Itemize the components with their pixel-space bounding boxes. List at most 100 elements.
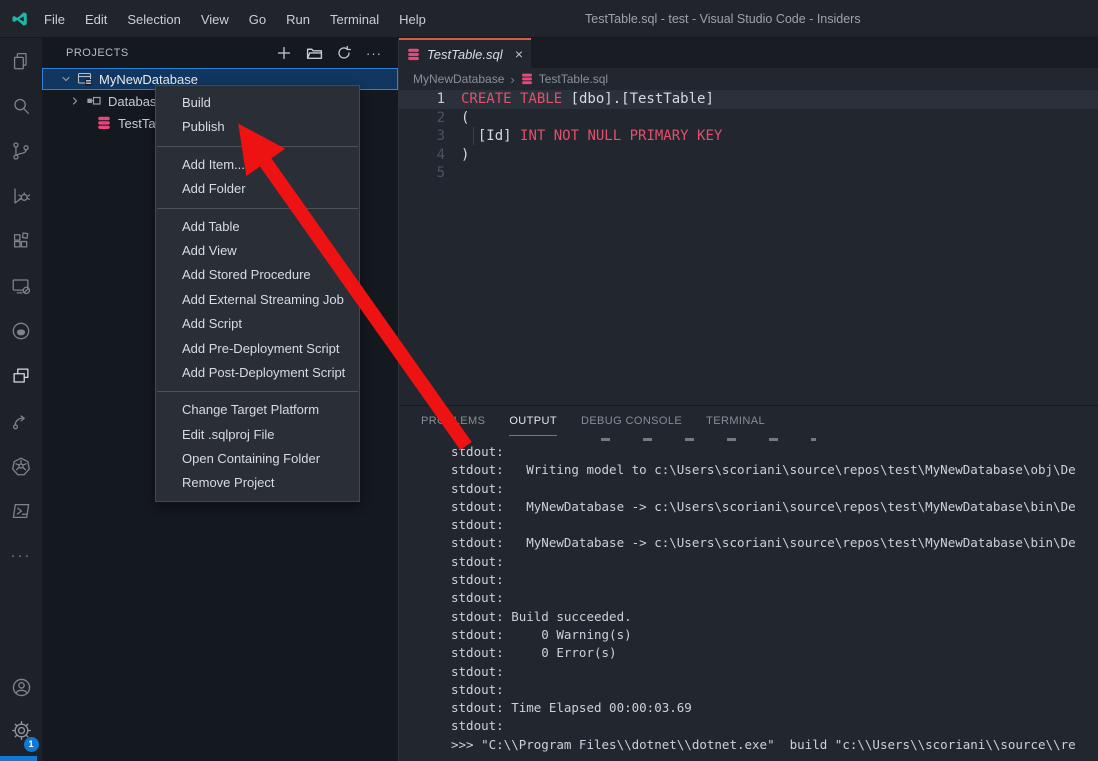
output-line: >>> "C:\\Program Files\\dotnet\\dotnet.e… bbox=[451, 736, 1098, 754]
kubernetes-icon[interactable] bbox=[0, 443, 42, 488]
output-line: stdout: MyNewDatabase -> c:\Users\scoria… bbox=[451, 498, 1098, 516]
bottom-panel: PROBLEMS OUTPUT DEBUG CONSOLE TERMINAL s… bbox=[399, 405, 1098, 761]
open-folder-button[interactable] bbox=[304, 43, 324, 63]
menu-item-add-pre-deployment-script[interactable]: Add Pre-Deployment Script bbox=[156, 337, 359, 361]
menu-terminal[interactable]: Terminal bbox=[320, 12, 389, 27]
editor-group: TestTable.sql × MyNewDatabase › TestTabl… bbox=[398, 38, 1098, 761]
vscode-window: File Edit Selection View Go Run Terminal… bbox=[0, 0, 1098, 761]
menu-item-remove-project[interactable]: Remove Project bbox=[156, 471, 359, 495]
menu-item-add-stored-procedure[interactable]: Add Stored Procedure bbox=[156, 263, 359, 287]
output-line: stdout: Time Elapsed 00:00:03.69 bbox=[451, 699, 1098, 717]
database-projects-icon[interactable] bbox=[0, 353, 42, 398]
breadcrumb-item-project[interactable]: MyNewDatabase bbox=[413, 72, 504, 86]
output-line: stdout: 0 Warning(s) bbox=[451, 626, 1098, 644]
menu-item-add-table[interactable]: Add Table bbox=[156, 215, 359, 239]
chevron-right-icon: › bbox=[510, 72, 514, 87]
breadcrumb-item-file[interactable]: TestTable.sql bbox=[539, 72, 608, 86]
live-share-icon[interactable] bbox=[0, 398, 42, 443]
code-line: 3 [Id] INT NOT NULL PRIMARY KEY bbox=[399, 127, 1098, 146]
output-line: stdout: Build succeeded. bbox=[451, 608, 1098, 626]
output-line: stdout: bbox=[451, 589, 1098, 607]
sidebar-actions: ··· bbox=[274, 42, 384, 64]
tab-testtable-sql[interactable]: TestTable.sql × bbox=[399, 38, 531, 68]
source-control-icon[interactable] bbox=[0, 128, 42, 173]
code-editor[interactable]: 1 CREATE TABLE [dbo].[TestTable] 2 ( 3 [… bbox=[399, 90, 1098, 405]
output-line: stdout: MyNewDatabase -> c:\Users\scoria… bbox=[451, 534, 1098, 552]
menu-go[interactable]: Go bbox=[239, 12, 276, 27]
output-line: stdout: bbox=[451, 516, 1098, 534]
tab-debug-console[interactable]: DEBUG CONSOLE bbox=[581, 406, 682, 436]
explorer-icon[interactable] bbox=[0, 38, 42, 83]
tab-strip: TestTable.sql × bbox=[399, 38, 1098, 68]
code-line: 2 ( bbox=[399, 109, 1098, 128]
output-line: stdout: bbox=[451, 681, 1098, 699]
menu-item-edit-sqlproj-file[interactable]: Edit .sqlproj File bbox=[156, 423, 359, 447]
output-line: stdout: bbox=[451, 663, 1098, 681]
menu-separator bbox=[157, 208, 358, 209]
database-file-icon bbox=[96, 115, 112, 131]
menu-item-add-view[interactable]: Add View bbox=[156, 239, 359, 263]
github-icon[interactable] bbox=[0, 308, 42, 353]
code-line: 5 bbox=[399, 164, 1098, 183]
panel-tabs: PROBLEMS OUTPUT DEBUG CONSOLE TERMINAL bbox=[421, 406, 765, 436]
title-bar: File Edit Selection View Go Run Terminal… bbox=[0, 0, 1098, 38]
menu-file[interactable]: File bbox=[34, 12, 75, 27]
output-line: stdout: bbox=[451, 480, 1098, 498]
menu-help[interactable]: Help bbox=[389, 12, 436, 27]
close-icon[interactable]: × bbox=[515, 47, 523, 61]
account-icon[interactable] bbox=[0, 665, 42, 710]
output-log[interactable]: stdout: stdout: Writing model to c:\User… bbox=[399, 436, 1098, 761]
menu-edit[interactable]: Edit bbox=[75, 12, 117, 27]
more-views-icon[interactable]: ··· bbox=[0, 533, 42, 578]
clipped-line bbox=[451, 436, 1098, 443]
tab-terminal[interactable]: TERMINAL bbox=[706, 406, 765, 436]
tab-output[interactable]: OUTPUT bbox=[509, 406, 557, 436]
output-line: stdout: bbox=[451, 553, 1098, 571]
run-debug-icon[interactable] bbox=[0, 173, 42, 218]
menu-item-add-script[interactable]: Add Script bbox=[156, 312, 359, 336]
code-line: 1 CREATE TABLE [dbo].[TestTable] bbox=[399, 90, 1098, 109]
sidebar-header: PROJECTS ··· bbox=[42, 38, 398, 68]
tab-problems[interactable]: PROBLEMS bbox=[421, 406, 485, 436]
menu-bar: File Edit Selection View Go Run Terminal… bbox=[34, 0, 436, 38]
remote-explorer-icon[interactable] bbox=[0, 263, 42, 308]
activity-bar: ··· 1 bbox=[0, 38, 42, 761]
project-context-menu: Build Publish Add Item... Add Folder Add… bbox=[155, 85, 360, 502]
tab-label: TestTable.sql bbox=[427, 47, 503, 62]
vscode-insiders-logo bbox=[11, 10, 29, 28]
code-line: 4 ) bbox=[399, 146, 1098, 165]
refresh-button[interactable] bbox=[334, 43, 354, 63]
settings-gear-icon[interactable]: 1 bbox=[0, 710, 42, 755]
database-file-icon bbox=[521, 73, 533, 85]
database-reference-icon bbox=[86, 93, 102, 109]
menu-item-publish[interactable]: Publish bbox=[156, 115, 359, 139]
menu-item-add-folder[interactable]: Add Folder bbox=[156, 177, 359, 201]
chevron-down-icon[interactable] bbox=[59, 72, 73, 86]
add-project-button[interactable] bbox=[274, 43, 294, 63]
menu-item-build[interactable]: Build bbox=[156, 91, 359, 115]
database-file-icon bbox=[407, 48, 420, 61]
search-icon[interactable] bbox=[0, 83, 42, 128]
menu-run[interactable]: Run bbox=[276, 12, 320, 27]
powershell-icon[interactable] bbox=[0, 488, 42, 533]
activity-bar-bottom: 1 bbox=[0, 665, 42, 755]
menu-item-add-item[interactable]: Add Item... bbox=[156, 153, 359, 177]
output-line: stdout: Writing model to c:\Users\scoria… bbox=[451, 461, 1098, 479]
more-actions-button[interactable]: ··· bbox=[364, 43, 384, 63]
window-title: TestTable.sql - test - Visual Studio Cod… bbox=[585, 0, 861, 38]
menu-item-open-containing-folder[interactable]: Open Containing Folder bbox=[156, 447, 359, 471]
status-bar-sliver bbox=[0, 756, 37, 761]
menu-item-add-external-streaming-job[interactable]: Add External Streaming Job bbox=[156, 288, 359, 312]
output-line: stdout: 0 Error(s) bbox=[451, 644, 1098, 662]
menu-view[interactable]: View bbox=[191, 12, 239, 27]
extensions-icon[interactable] bbox=[0, 218, 42, 263]
menu-item-add-post-deployment-script[interactable]: Add Post-Deployment Script bbox=[156, 361, 359, 385]
menu-separator bbox=[157, 146, 358, 147]
output-line: stdout: bbox=[451, 443, 1098, 461]
chevron-right-icon[interactable] bbox=[68, 94, 82, 108]
sidebar-title: PROJECTS bbox=[66, 47, 129, 59]
menu-selection[interactable]: Selection bbox=[117, 12, 190, 27]
output-line: stdout: bbox=[451, 571, 1098, 589]
breadcrumb: MyNewDatabase › TestTable.sql bbox=[399, 68, 1098, 90]
menu-item-change-target-platform[interactable]: Change Target Platform bbox=[156, 398, 359, 422]
